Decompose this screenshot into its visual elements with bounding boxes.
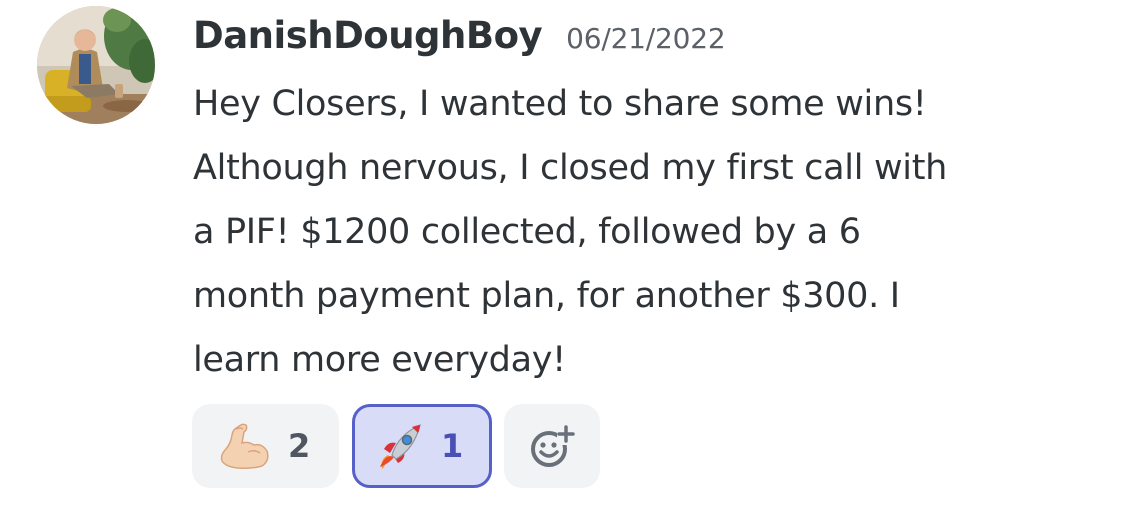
message-line: learn more everyday! (193, 340, 566, 380)
avatar-photo (37, 6, 155, 124)
reaction-rocket[interactable]: 1 (352, 404, 492, 488)
timestamp: 06/21/2022 (566, 22, 726, 55)
message-line: Although nervous, I closed my first call… (193, 148, 948, 188)
flexed-biceps-emoji (220, 423, 269, 469)
message-line: a PIF! $1200 collected, followed by a 6 (193, 212, 861, 252)
message-body: Hey Closers, I wanted to share some wins… (193, 72, 1093, 392)
reaction-count: 1 (441, 427, 464, 465)
username[interactable]: DanishDoughBoy (193, 14, 543, 57)
reaction-flexed-biceps[interactable]: 2 (192, 404, 339, 488)
add-reaction-icon (531, 425, 575, 467)
chat-message: DanishDoughBoy 06/21/2022 Hey Closers, I… (0, 0, 1125, 529)
reaction-count: 2 (288, 427, 311, 465)
message-line: Hey Closers, I wanted to share some wins… (193, 84, 927, 124)
message-header: DanishDoughBoy 06/21/2022 (193, 14, 726, 66)
rocket-emoji (380, 423, 421, 469)
message-line: month payment plan, for another $300. I (193, 276, 900, 316)
avatar[interactable] (37, 6, 155, 124)
add-reaction-button[interactable] (504, 404, 600, 488)
